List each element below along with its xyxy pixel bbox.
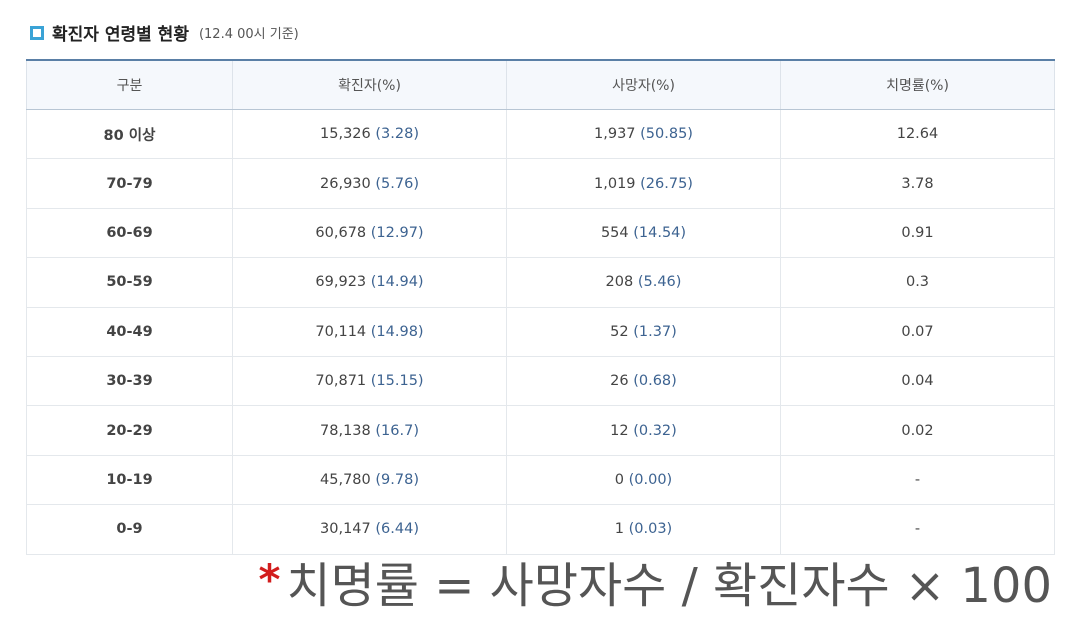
deaths-percent: (50.85) (640, 126, 693, 143)
header-category: 구분 (26, 59, 233, 110)
section-subtitle: (12.4 00시 기준) (198, 27, 299, 42)
deaths-cell: 1,937 (50.85) (506, 108, 781, 160)
deaths-percent: (14.54) (633, 224, 687, 241)
deaths-count: 0 (614, 471, 624, 488)
age-group-cell: 60-69 (26, 207, 233, 259)
header-cases: 확진자(%) (232, 59, 507, 110)
section-title: 확진자 연령별 현황 (52, 25, 189, 45)
deaths-cell: 554 (14.54) (506, 207, 781, 259)
deaths-percent: (0.00) (628, 471, 673, 488)
deaths-count: 1,937 (594, 126, 636, 143)
cases-cell: 78,138 (16.7) (232, 405, 507, 456)
age-group-cell: 30-39 (26, 355, 233, 407)
deaths-cell: 0 (0.00) (506, 454, 781, 506)
cases-percent: (16.7) (375, 422, 419, 439)
age-group-cell: 50-59 (26, 257, 233, 308)
fatality-rate-cell: 12.64 (780, 108, 1055, 160)
deaths-percent: (1.37) (633, 323, 677, 340)
deaths-cell: 52 (1.37) (506, 306, 781, 357)
table-row: 50-59 69,923 (14.94) 208 (5.46) 0.3 (26, 257, 1055, 308)
cases-cell: 70,114 (14.98) (232, 306, 507, 357)
fatality-rate-cell: 0.02 (780, 405, 1055, 456)
cases-count: 70,871 (315, 373, 367, 390)
deaths-percent: (26.75) (640, 175, 693, 192)
table-row: 30-39 70,871 (15.15) 26 (0.68) 0.04 (26, 355, 1055, 407)
fatality-rate-cell: 0.3 (780, 257, 1055, 308)
table-row: 10-19 45,780 (9.78) 0 (0.00) - (26, 454, 1055, 506)
fatality-rate-cell: 0.04 (780, 355, 1055, 407)
deaths-percent: (0.32) (633, 422, 677, 439)
deaths-count: 1,019 (594, 175, 636, 192)
deaths-cell: 1,019 (26.75) (506, 158, 781, 209)
fatality-rate-cell: 0.07 (780, 306, 1055, 357)
cases-count: 60,678 (315, 224, 367, 241)
deaths-count: 554 (600, 224, 629, 241)
header-deaths: 사망자(%) (506, 59, 781, 110)
deaths-count: 208 (605, 274, 634, 291)
table-row: 80 이상 15,326 (3.28) 1,937 (50.85) 12.64 (26, 108, 1055, 160)
square-bullet-icon (30, 25, 44, 40)
deaths-percent: (0.03) (628, 521, 673, 538)
table-row: 20-29 78,138 (16.7) 12 (0.32) 0.02 (26, 405, 1055, 456)
cases-percent: (14.94) (370, 274, 424, 291)
deaths-percent: (0.68) (633, 373, 677, 390)
cases-cell: 45,780 (9.78) (232, 454, 507, 506)
deaths-count: 1 (614, 521, 624, 538)
cases-cell: 70,871 (15.15) (232, 355, 507, 407)
cases-count: 69,923 (315, 274, 367, 291)
cases-count: 30,147 (320, 521, 371, 538)
cases-percent: (3.28) (375, 126, 419, 143)
cases-percent: (6.44) (375, 521, 419, 538)
cases-count: 26,930 (320, 175, 371, 192)
table-row: 70-79 26,930 (5.76) 1,019 (26.75) 3.78 (26, 158, 1055, 209)
cases-percent: (9.78) (375, 471, 419, 488)
age-group-cell: 20-29 (26, 405, 233, 456)
deaths-cell: 12 (0.32) (506, 405, 781, 456)
cases-count: 70,114 (315, 323, 367, 340)
fatality-rate-cell: 3.78 (780, 158, 1055, 209)
deaths-count: 26 (610, 373, 629, 390)
age-group-cell: 40-49 (26, 306, 233, 357)
cases-cell: 60,678 (12.97) (232, 207, 507, 259)
age-stats-table: 구분 확진자(%) 사망자(%) 치명률(%) 80 이상 15,326 (3.2… (26, 59, 1055, 555)
section-header: 확진자 연령별 현황 (12.4 00시 기준) (30, 20, 299, 45)
cases-count: 15,326 (320, 126, 371, 143)
deaths-percent: (5.46) (637, 274, 682, 291)
deaths-cell: 26 (0.68) (506, 355, 781, 407)
fatality-rate-cell: 0.91 (780, 207, 1055, 259)
formula-text: 치명률 = 사망자수 / 확진자수 × 100 (286, 558, 1052, 614)
header-fatality-rate: 치명률(%) (780, 59, 1055, 110)
deaths-count: 12 (610, 422, 629, 439)
cases-percent: (15.15) (370, 373, 424, 390)
table-header-row: 구분 확진자(%) 사망자(%) 치명률(%) (26, 59, 1055, 110)
cases-count: 78,138 (320, 422, 371, 439)
fatality-rate-cell: - (780, 454, 1055, 506)
deaths-count: 52 (610, 323, 629, 340)
table-row: 60-69 60,678 (12.97) 554 (14.54) 0.91 (26, 207, 1055, 259)
asterisk-mark: * (258, 555, 281, 604)
deaths-cell: 208 (5.46) (506, 257, 781, 308)
cases-cell: 15,326 (3.28) (232, 108, 507, 160)
age-group-cell: 10-19 (26, 454, 233, 506)
age-group-cell: 80 이상 (26, 108, 233, 160)
cases-count: 45,780 (320, 471, 371, 488)
cases-cell: 69,923 (14.94) (232, 257, 507, 308)
cases-percent: (14.98) (370, 323, 424, 340)
fatality-formula: * 치명률 = 사망자수 / 확진자수 × 100 (258, 546, 1052, 616)
age-group-cell: 0-9 (26, 504, 233, 555)
age-group-cell: 70-79 (26, 158, 233, 209)
cases-cell: 26,930 (5.76) (232, 158, 507, 209)
cases-percent: (5.76) (375, 175, 419, 192)
table-row: 40-49 70,114 (14.98) 52 (1.37) 0.07 (26, 306, 1055, 357)
cases-percent: (12.97) (370, 224, 424, 241)
